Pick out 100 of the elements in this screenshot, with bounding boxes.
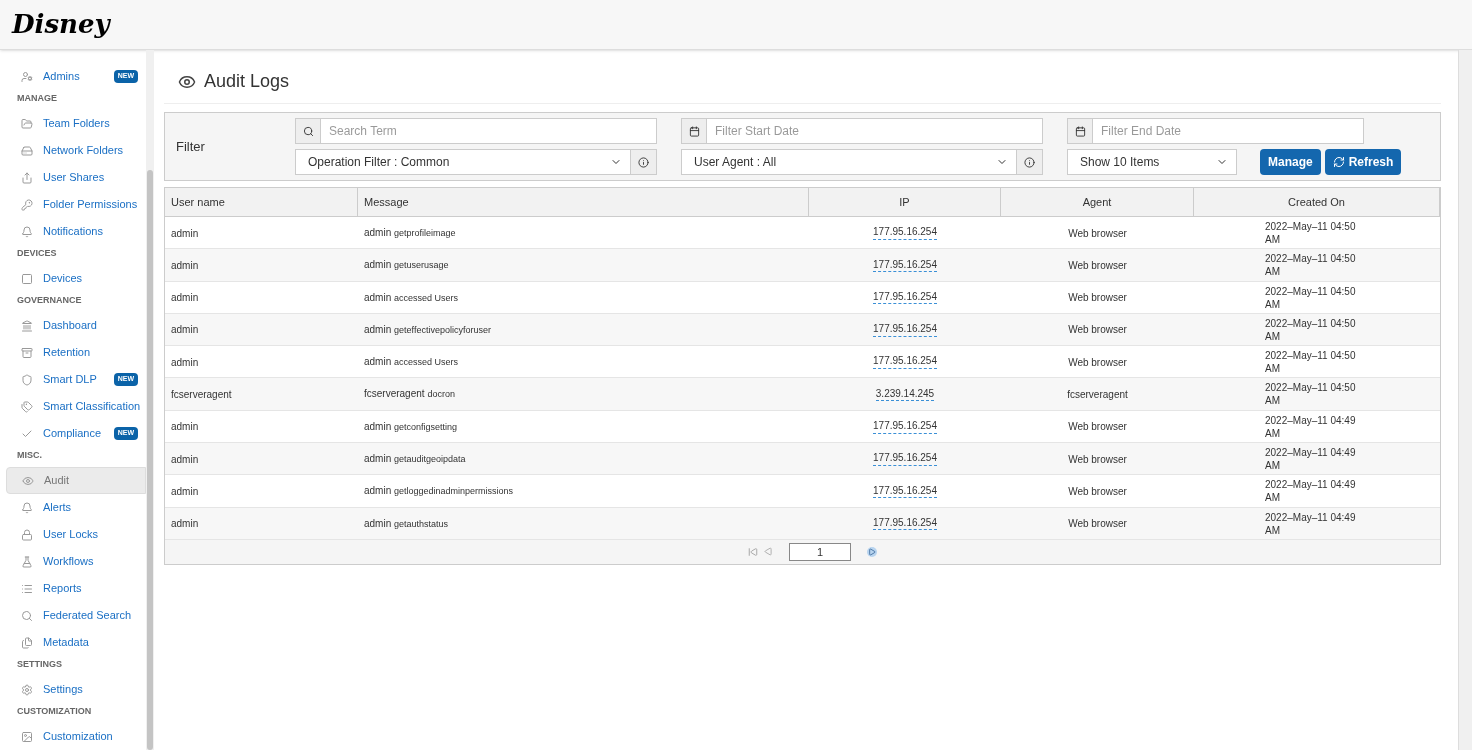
sidebar-item[interactable]: Dashboard bbox=[6, 312, 146, 339]
table-cell-text: 2022–May–11 04:49 AM bbox=[1265, 478, 1357, 505]
ip-address[interactable]: 177.95.16.254 bbox=[873, 516, 937, 531]
flask-icon bbox=[21, 555, 33, 568]
ip-address[interactable]: 177.95.16.254 bbox=[873, 452, 937, 466]
column-header[interactable]: User name bbox=[165, 188, 358, 216]
files-icon bbox=[21, 636, 33, 649]
table-cell-text: admin getloggedinadminpermissions bbox=[363, 484, 515, 499]
sidebar-label: Retention bbox=[43, 345, 91, 361]
table-cell-text: 2022–May–11 04:49 AM bbox=[1265, 510, 1357, 537]
ip-address[interactable]: 177.95.16.254 bbox=[873, 258, 937, 273]
search-icon bbox=[302, 125, 314, 137]
share-arrow-icon bbox=[21, 171, 33, 184]
sidebar-item[interactable]: Audit bbox=[6, 467, 146, 494]
refresh-button[interactable]: Refresh bbox=[1324, 149, 1402, 175]
sidebar-item[interactable]: Devices bbox=[6, 265, 146, 292]
ip-address[interactable]: 177.95.16.254 bbox=[873, 226, 937, 240]
table-cell-text: admin bbox=[170, 323, 200, 338]
sidebar-label: Compliance bbox=[43, 426, 102, 442]
folder-icon bbox=[21, 117, 33, 130]
sidebar-label: Audit bbox=[44, 473, 70, 489]
sidebar-label: User Shares bbox=[43, 170, 105, 186]
sidebar-label: Smart Classification bbox=[43, 399, 141, 415]
ip-address[interactable]: 3.239.14.245 bbox=[875, 387, 935, 402]
eye-icon bbox=[22, 474, 34, 487]
sidebar-item[interactable]: Reports bbox=[6, 575, 146, 602]
table-cell-text: admin accessed Users bbox=[363, 290, 460, 305]
shield-icon bbox=[21, 373, 33, 386]
sidebar-item[interactable]: Federated Search bbox=[6, 602, 146, 629]
sidebar-item[interactable]: Folder Permissions bbox=[6, 191, 146, 218]
sidebar-item[interactable]: Settings bbox=[6, 676, 146, 703]
sidebar-section-heading: MISC. bbox=[16, 449, 43, 462]
sidebar-label: Reports bbox=[43, 581, 82, 597]
refresh-icon bbox=[1332, 156, 1345, 168]
scrollbar[interactable] bbox=[146, 50, 154, 750]
logo[interactable]: Disney bbox=[12, 5, 110, 44]
previous-page-icon[interactable] bbox=[764, 547, 773, 557]
sidebar-label: Workflows bbox=[43, 554, 94, 570]
next-page-icon[interactable] bbox=[867, 546, 877, 557]
column-header[interactable]: Message bbox=[358, 188, 809, 216]
manage-button[interactable]: Manage bbox=[1260, 149, 1321, 175]
ip-address[interactable]: 177.95.16.254 bbox=[873, 290, 937, 305]
end-date-field[interactable]: Filter End Date bbox=[1093, 118, 1364, 144]
sidebar-item[interactable]: Retention bbox=[6, 339, 146, 366]
image-icon bbox=[21, 730, 33, 743]
sidebar-label: Folder Permissions bbox=[43, 197, 138, 213]
ip-address[interactable]: 177.95.16.254 bbox=[873, 420, 937, 434]
sidebar-label: Network Folders bbox=[43, 143, 124, 159]
sidebar-item[interactable]: User Locks bbox=[6, 521, 146, 548]
table-cell-text: admin getconfigsetting bbox=[363, 419, 459, 434]
table-cell-text: admin bbox=[170, 226, 200, 241]
table-cell-text: admin getauditgeoipdata bbox=[363, 452, 467, 467]
user-agent-select[interactable]: User Agent : All bbox=[681, 149, 1043, 175]
table-cell-text: admin bbox=[170, 452, 200, 467]
table-cell-text: 2022–May–11 04:50 AM bbox=[1265, 252, 1357, 279]
table-cell-text: admin bbox=[170, 291, 200, 306]
sidebar-label: Federated Search bbox=[43, 608, 132, 624]
page-number-field[interactable]: 1 bbox=[789, 542, 851, 561]
sidebar-item[interactable]: Customization bbox=[6, 723, 146, 750]
sidebar-item[interactable]: Metadata bbox=[6, 629, 146, 656]
sidebar-label: User Locks bbox=[43, 527, 99, 543]
table-cell-text: 2022–May–11 04:50 AM bbox=[1265, 316, 1357, 343]
table-cell-text: 2022–May–11 04:50 AM bbox=[1265, 349, 1357, 376]
sidebar-item[interactable]: Team Folders bbox=[6, 110, 146, 137]
page-size-select[interactable]: Show 10 Items bbox=[1067, 149, 1237, 175]
ip-address[interactable]: 177.95.16.254 bbox=[873, 355, 937, 369]
column-header[interactable]: Created On bbox=[1194, 188, 1440, 216]
sidebar-label: Alerts bbox=[43, 500, 72, 516]
table-cell-text: admin getprofileimage bbox=[363, 226, 457, 240]
table-cell-text: 2022–May–11 04:49 AM bbox=[1265, 446, 1357, 473]
sidebar-item[interactable]: Alerts bbox=[6, 494, 146, 521]
sidebar-item[interactable]: Workflows bbox=[6, 548, 146, 575]
first-page-icon[interactable] bbox=[748, 546, 758, 557]
sidebar-label: Smart DLP bbox=[43, 372, 97, 388]
start-date-field[interactable]: Filter Start Date bbox=[707, 118, 1043, 144]
table-cell-text: Web browser bbox=[1067, 355, 1128, 370]
table-cell-text: admin bbox=[170, 420, 200, 435]
table-cell-text: Web browser bbox=[1067, 258, 1128, 273]
info-icon bbox=[638, 156, 649, 168]
sidebar-item[interactable]: User Shares bbox=[6, 164, 146, 191]
ip-address[interactable]: 177.95.16.254 bbox=[873, 484, 937, 499]
column-header[interactable]: IP bbox=[809, 188, 1001, 216]
table-cell-text: Web browser bbox=[1067, 420, 1128, 435]
admin-icon bbox=[21, 70, 33, 83]
ip-address[interactable]: 177.95.16.254 bbox=[873, 323, 937, 337]
sidebar-section-heading: DEVICES bbox=[16, 247, 58, 260]
sidebar-item[interactable]: Network Folders bbox=[6, 137, 146, 164]
gear-icon bbox=[21, 683, 33, 696]
table-cell-text: fcserveragent bbox=[170, 388, 233, 402]
table-cell-text: admin getauthstatus bbox=[363, 516, 450, 531]
search-field[interactable]: Search Term bbox=[321, 118, 657, 144]
sidebar-item[interactable]: Notifications bbox=[6, 218, 146, 245]
sidebar-label: Metadata bbox=[43, 635, 89, 651]
sidebar-label: Customization bbox=[43, 729, 113, 745]
table-cell-text: admin bbox=[170, 484, 200, 499]
operation-filter-select[interactable]: Operation Filter : Common bbox=[295, 149, 657, 175]
sidebar-item[interactable]: Smart Classification bbox=[6, 393, 146, 420]
column-header[interactable]: Agent bbox=[1001, 188, 1194, 216]
sidebar-section-heading: SETTINGS bbox=[16, 658, 63, 671]
page-title: Audit Logs bbox=[204, 70, 290, 93]
